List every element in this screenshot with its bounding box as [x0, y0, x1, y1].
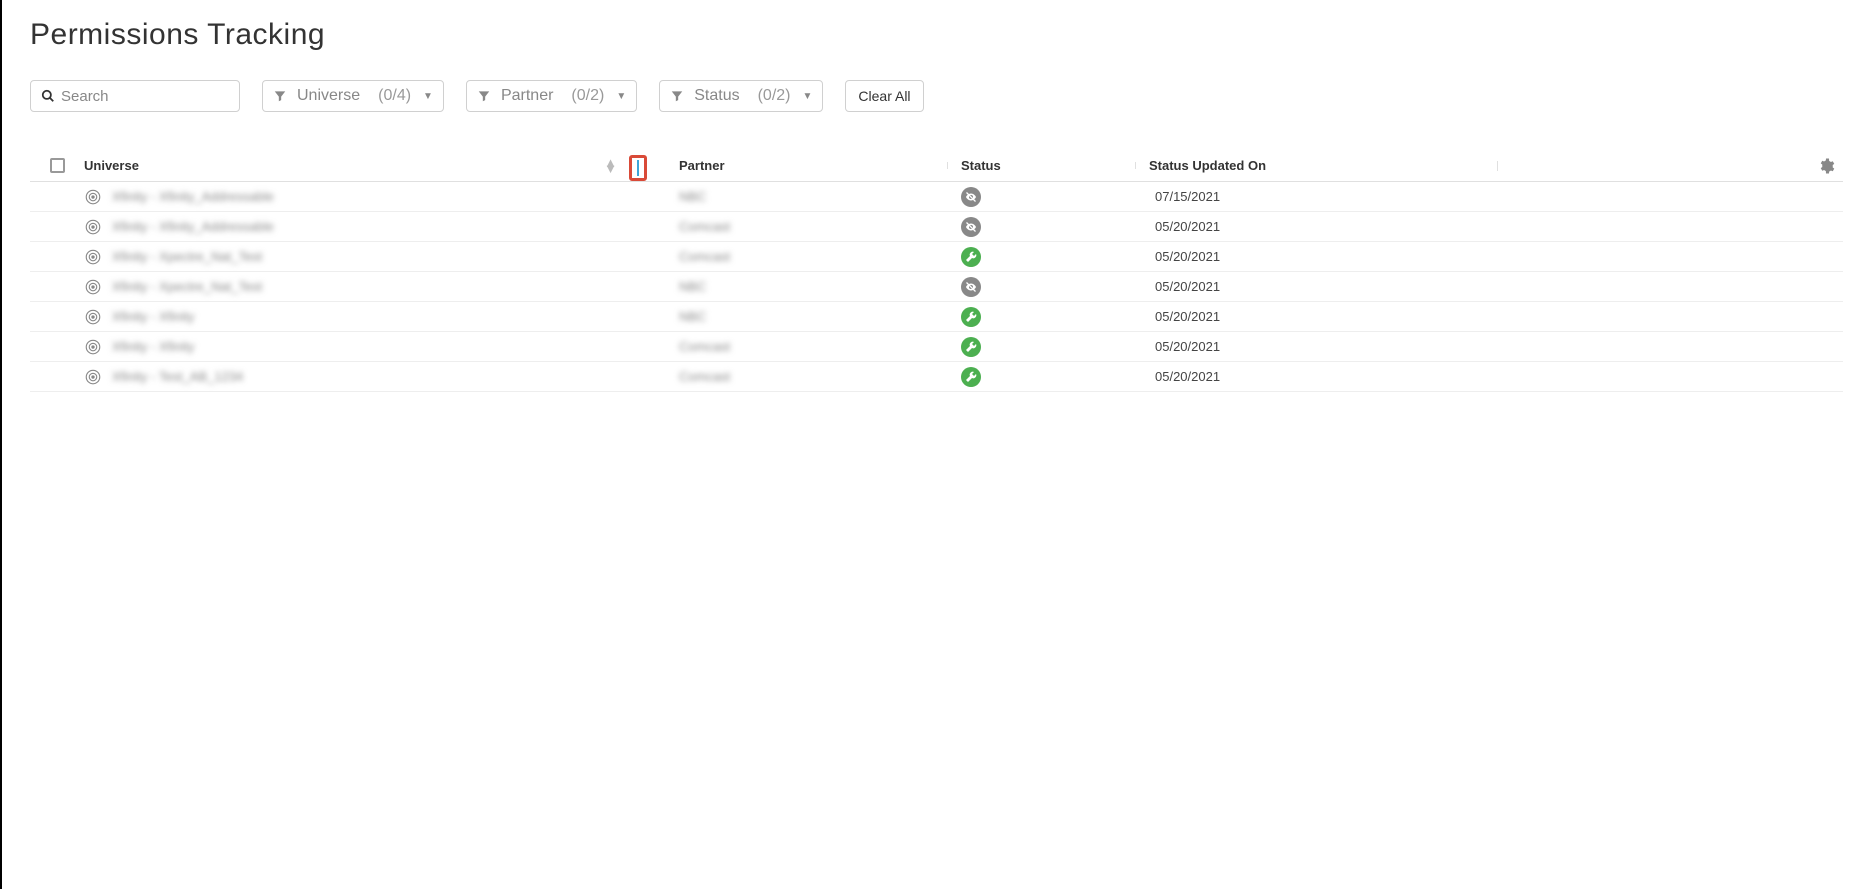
chevron-down-icon: ▼ — [803, 91, 813, 102]
target-icon — [84, 278, 102, 296]
partner-name: NBC — [679, 189, 706, 204]
gear-icon[interactable] — [1817, 157, 1835, 175]
filter-label: Partner — [501, 87, 553, 105]
search-input[interactable] — [61, 88, 229, 105]
universe-name: Xfinity - Xfinity — [112, 309, 194, 324]
filter-icon — [477, 89, 491, 103]
filter-icon — [273, 89, 287, 103]
table-row[interactable]: Xfinity - Xpectre_Nat_Test NBC 05/20/2021 — [30, 272, 1843, 302]
target-icon — [84, 338, 102, 356]
chevron-down-icon: ▼ — [616, 91, 626, 102]
updated-date: 07/15/2021 — [1149, 189, 1449, 204]
partner-name: NBC — [679, 309, 706, 324]
table-row[interactable]: Xfinity - Xpectre_Nat_Test Comcast 05/20/2… — [30, 242, 1843, 272]
filter-universe[interactable]: Universe (0/4) ▼ — [262, 80, 444, 112]
column-header-status[interactable]: Status — [961, 158, 1149, 173]
status-icon — [961, 307, 981, 327]
universe-name: Xfinity - Test_AB_1234 — [112, 369, 243, 384]
column-label: Status Updated On — [1149, 158, 1266, 173]
sort-icon[interactable]: ▲▼ — [604, 160, 617, 172]
clear-all-button[interactable]: Clear All — [845, 80, 923, 112]
target-icon — [84, 188, 102, 206]
partner-name: Comcast — [679, 249, 730, 264]
updated-date: 05/20/2021 — [1149, 219, 1449, 234]
filter-count: (0/2) — [571, 87, 604, 105]
filter-count: (0/4) — [378, 87, 411, 105]
updated-date: 05/20/2021 — [1149, 249, 1449, 264]
column-header-partner[interactable]: Partner — [649, 158, 961, 173]
universe-name: Xfinity - Xfinity_Addressable — [112, 189, 274, 204]
universe-name: Xfinity - Xpectre_Nat_Test — [112, 249, 262, 264]
table-row[interactable]: Xfinity - Xfinity NBC 05/20/2021 — [30, 302, 1843, 332]
universe-name: Xfinity - Xpectre_Nat_Test — [112, 279, 262, 294]
permissions-table: Universe ▲▼ Partner Status Status Update… — [30, 150, 1843, 392]
target-icon — [84, 368, 102, 386]
column-label: Partner — [679, 158, 725, 173]
partner-name: Comcast — [679, 219, 730, 234]
column-label: Status — [961, 158, 1001, 173]
column-header-updated[interactable]: Status Updated On — [1149, 158, 1449, 173]
status-icon — [961, 247, 981, 267]
search-icon — [41, 89, 55, 103]
target-icon — [84, 218, 102, 236]
toolbar: Universe (0/4) ▼ Partner (0/2) ▼ Status … — [30, 80, 1843, 112]
filter-count: (0/2) — [758, 87, 791, 105]
table-row[interactable]: Xfinity - Xfinity_Addressable NBC 07/15/20… — [30, 182, 1843, 212]
table-header: Universe ▲▼ Partner Status Status Update… — [30, 150, 1843, 182]
table-row[interactable]: Xfinity - Xfinity_Addressable Comcast 05/2… — [30, 212, 1843, 242]
page-title: Permissions Tracking — [30, 18, 1843, 52]
updated-date: 05/20/2021 — [1149, 279, 1449, 294]
column-header-universe[interactable]: Universe ▲▼ — [84, 158, 649, 173]
partner-name: NBC — [679, 279, 706, 294]
partner-name: Comcast — [679, 339, 730, 354]
updated-date: 05/20/2021 — [1149, 339, 1449, 354]
status-icon — [961, 277, 981, 297]
status-icon — [961, 367, 981, 387]
filter-label: Universe — [297, 87, 360, 105]
chevron-down-icon: ▼ — [423, 91, 433, 102]
select-all-checkbox[interactable] — [50, 158, 65, 173]
universe-name: Xfinity - Xfinity_Addressable — [112, 219, 274, 234]
table-row[interactable]: Xfinity - Xfinity Comcast 05/20/2021 — [30, 332, 1843, 362]
universe-name: Xfinity - Xfinity — [112, 339, 194, 354]
filter-partner[interactable]: Partner (0/2) ▼ — [466, 80, 637, 112]
column-resize-handle[interactable] — [629, 155, 647, 181]
updated-date: 05/20/2021 — [1149, 369, 1449, 384]
status-icon — [961, 337, 981, 357]
status-icon — [961, 187, 981, 207]
table-row[interactable]: Xfinity - Test_AB_1234 Comcast 05/20/2021 — [30, 362, 1843, 392]
filter-icon — [670, 89, 684, 103]
search-box[interactable] — [30, 80, 240, 112]
column-label: Universe — [84, 158, 139, 173]
updated-date: 05/20/2021 — [1149, 309, 1449, 324]
target-icon — [84, 248, 102, 266]
partner-name: Comcast — [679, 369, 730, 384]
filter-label: Status — [694, 87, 739, 105]
filter-status[interactable]: Status (0/2) ▼ — [659, 80, 823, 112]
target-icon — [84, 308, 102, 326]
status-icon — [961, 217, 981, 237]
